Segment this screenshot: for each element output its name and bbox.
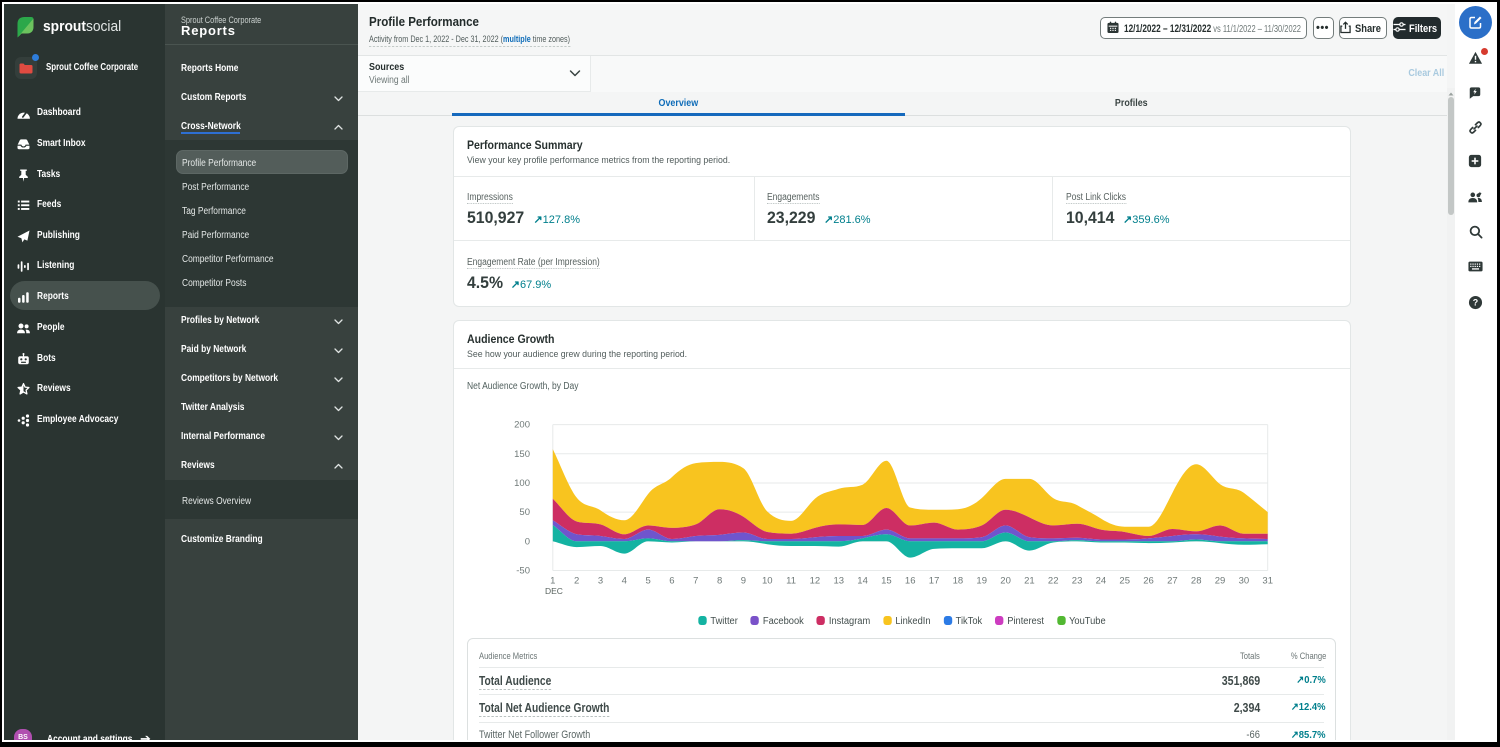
- svg-text:100: 100: [514, 478, 530, 489]
- svg-text:25: 25: [1119, 576, 1130, 587]
- svg-text:13: 13: [834, 576, 845, 587]
- svg-text:23: 23: [1072, 576, 1083, 587]
- svg-text:11: 11: [786, 576, 796, 587]
- svg-text:17: 17: [929, 576, 940, 587]
- svg-text:28: 28: [1191, 576, 1202, 587]
- svg-text:12: 12: [810, 576, 821, 587]
- svg-text:26: 26: [1143, 576, 1154, 587]
- svg-text:18: 18: [953, 576, 964, 587]
- svg-text:5: 5: [645, 576, 650, 587]
- svg-text:50: 50: [519, 507, 530, 518]
- svg-text:15: 15: [881, 576, 892, 587]
- svg-text:10: 10: [762, 576, 773, 587]
- svg-text:14: 14: [857, 576, 868, 587]
- svg-text:19: 19: [976, 576, 987, 587]
- svg-text:20: 20: [1000, 576, 1011, 587]
- svg-text:6: 6: [669, 576, 674, 587]
- svg-text:7: 7: [693, 576, 698, 587]
- svg-text:29: 29: [1215, 576, 1226, 587]
- svg-text:200: 200: [514, 420, 530, 431]
- svg-text:2: 2: [574, 576, 579, 587]
- svg-text:1: 1: [550, 576, 555, 587]
- svg-text:-50: -50: [516, 566, 530, 577]
- svg-text:30: 30: [1239, 576, 1250, 587]
- svg-text:16: 16: [905, 576, 916, 587]
- svg-text:0: 0: [525, 536, 530, 547]
- svg-text:27: 27: [1167, 576, 1178, 587]
- svg-text:?: ?: [1473, 298, 1478, 308]
- svg-text:8: 8: [717, 576, 722, 587]
- svg-text:24: 24: [1096, 576, 1107, 587]
- svg-text:31: 31: [1262, 576, 1273, 587]
- svg-text:3: 3: [598, 576, 603, 587]
- svg-text:150: 150: [514, 449, 530, 460]
- svg-text:4: 4: [622, 576, 627, 587]
- svg-text:DEC: DEC: [545, 586, 563, 596]
- svg-text:9: 9: [741, 576, 746, 587]
- svg-text:22: 22: [1048, 576, 1059, 587]
- svg-text:21: 21: [1024, 576, 1035, 587]
